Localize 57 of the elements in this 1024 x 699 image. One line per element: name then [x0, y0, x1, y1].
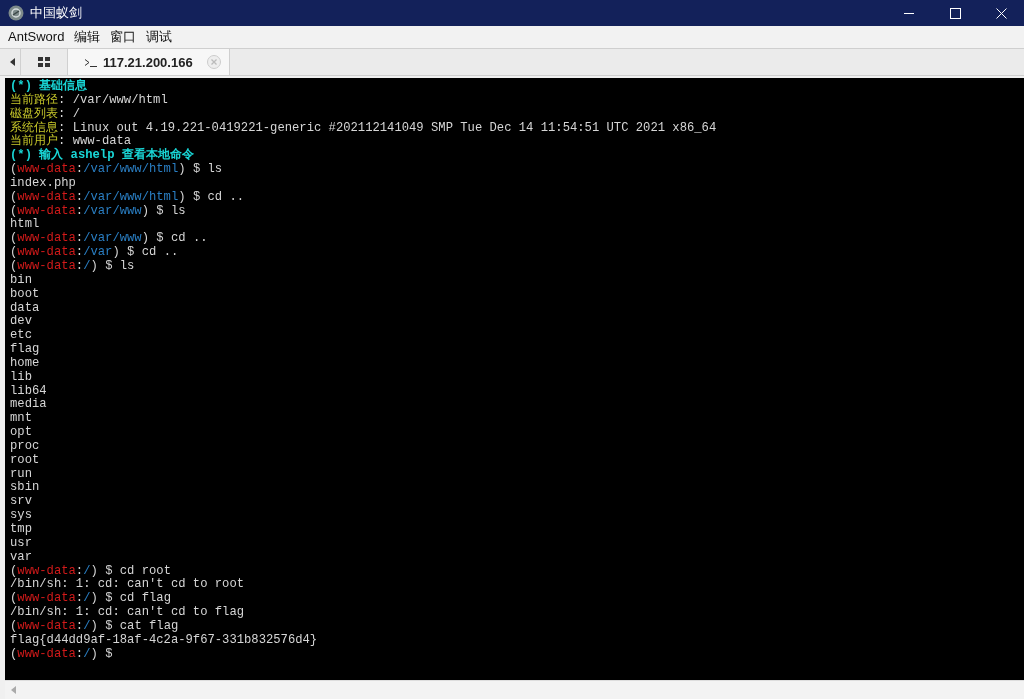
output-line: boot [10, 287, 40, 302]
prompt-line: (www-data:/var/www) $ ls [10, 204, 186, 218]
app-logo-icon [8, 5, 24, 21]
section-header: (*) 基础信息 [10, 80, 88, 93]
prompt-line: (www-data:/var) $ cd .. [10, 246, 179, 260]
window-title: 中国蚁剑 [30, 4, 83, 22]
output-line: home [10, 356, 40, 371]
output-line: /bin/sh: 1: cd: can't cd to root [10, 578, 245, 592]
output-line: run [10, 467, 32, 481]
section-header: (*) 输入 ashelp 查看本地命令 [10, 149, 194, 163]
info-line: 当前路径: /var/www/html [10, 93, 168, 107]
prompt-line: (www-data:/var/www/html) $ cd .. [10, 190, 245, 205]
output-line: lib [10, 370, 32, 385]
output-line: etc [10, 329, 32, 343]
output-line: sys [10, 509, 32, 523]
scroll-left-arrow-icon[interactable] [11, 686, 16, 694]
close-icon [206, 55, 221, 69]
output-line: /bin/sh: 1: cd: can't cd to flag [10, 606, 245, 620]
output-line: flag{d44dd9af-18af-4c2a-9f67-331b832576d4} [10, 633, 318, 648]
output-line: opt [10, 426, 32, 440]
output-line: root [10, 453, 40, 468]
output-line: lib64 [10, 384, 47, 398]
output-line: html [10, 218, 40, 232]
info-line: 当前用户: www-data [10, 135, 132, 149]
output-line: media [10, 398, 47, 412]
prompt-line: (www-data:/var/www/html) $ ls [10, 163, 223, 177]
info-line: 磁盘列表: / [10, 107, 80, 121]
output-line: index.php [10, 176, 76, 191]
menu-item[interactable]: 窗口 [105, 28, 142, 46]
grid-icon [38, 57, 50, 67]
session-tab[interactable]: 117.21.200.166 [68, 49, 230, 75]
terminal-icon [84, 57, 97, 67]
output-line: flag [10, 343, 40, 357]
prompt-line: (www-data:/) $ cd root [10, 564, 171, 578]
output-line: usr [10, 536, 32, 551]
output-line: srv [10, 495, 32, 510]
prompt-line: (www-data:/) $ cd flag [10, 592, 171, 606]
menu-item[interactable]: 调试 [141, 28, 178, 46]
output-line: sbin [10, 481, 40, 496]
prompt-line: (www-data:/) $ ls [10, 259, 135, 274]
prompt-line: (www-data:/var/www) $ cd .. [10, 232, 208, 246]
prompt-line: (www-data:/) $ cat flag [10, 619, 179, 634]
output-line: proc [10, 439, 40, 454]
output-line: var [10, 550, 32, 565]
info-line: 系统信息: Linux out 4.19.221-0419221-generic #202112141049 SMP Tue Dec 14 11:54:51 UTC 2021 x86_64 [10, 121, 717, 135]
prompt-line: (www-data:/) $ [10, 647, 113, 662]
left-arrow-icon [9, 58, 15, 66]
menu-item[interactable]: AntSword [3, 28, 70, 46]
tab-label: 117.21.200.166 [103, 54, 193, 70]
maximize-icon [949, 7, 961, 19]
output-line: dev [10, 315, 32, 329]
output-line: tmp [10, 523, 32, 537]
close-icon [995, 7, 1007, 19]
output-line: data [10, 301, 40, 315]
output-line: bin [10, 273, 32, 288]
output-line: mnt [10, 412, 32, 426]
menu-item[interactable]: 编辑 [69, 28, 106, 46]
